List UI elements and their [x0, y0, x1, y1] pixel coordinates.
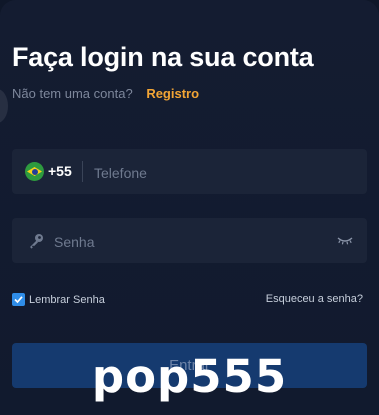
login-button[interactable]: Entrar — [12, 343, 367, 388]
side-panel-handle[interactable] — [0, 89, 8, 123]
register-link[interactable]: Registro — [146, 86, 199, 101]
forgot-password-link[interactable]: Esqueceu a senha? — [266, 293, 363, 305]
password-field[interactable] — [12, 218, 367, 265]
remember-checkbox[interactable] — [12, 293, 25, 306]
password-input[interactable] — [52, 218, 326, 265]
register-prompt: Não tem uma conta? Registro — [12, 86, 199, 101]
eye-closed-icon[interactable] — [337, 236, 353, 246]
phone-field[interactable]: +55 — [12, 149, 367, 196]
field-divider — [82, 161, 83, 182]
remember-password-option[interactable]: Lembrar Senha — [12, 293, 105, 306]
page-title: Faça login na sua conta — [12, 42, 314, 72]
check-icon — [14, 296, 23, 304]
dial-code[interactable]: +55 — [48, 163, 72, 179]
no-account-text: Não tem uma conta? — [12, 86, 133, 101]
brazil-flag-icon[interactable] — [25, 162, 44, 181]
login-card: Faça login na sua conta Não tem uma cont… — [0, 0, 379, 415]
key-icon — [30, 234, 43, 249]
phone-input[interactable] — [92, 149, 356, 196]
remember-label[interactable]: Lembrar Senha — [29, 294, 105, 306]
